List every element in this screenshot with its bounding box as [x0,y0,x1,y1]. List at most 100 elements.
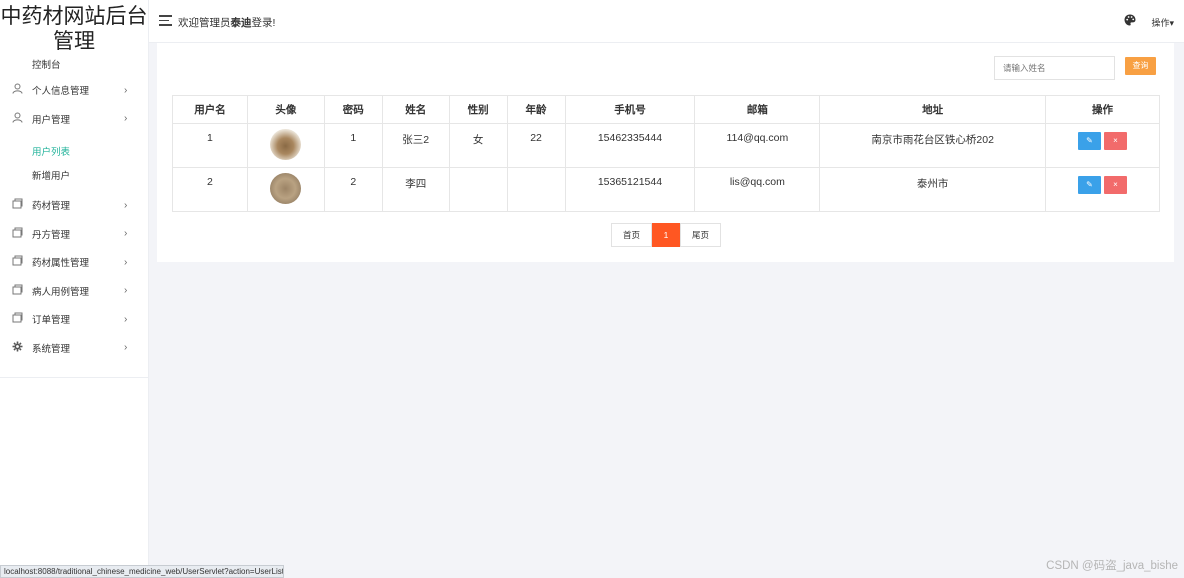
chevron-right-icon: › [124,228,128,240]
column-header: 手机号 [564,95,696,124]
column-header: 邮箱 [694,95,821,124]
folder-icon [12,198,24,210]
sidebar-menu: 控制台 个人信息管理 › 用户管理 › 用户列表 新增用户 药材管理 › 丹方管… [0,52,149,362]
avatar [270,129,302,160]
chevron-right-icon: › [124,285,128,297]
table-row: 2 2 李四 15365121544 lis@qq.com 泰州市 ✎ × [172,167,1160,212]
column-header: 姓名 [381,95,450,124]
sidebar-item-orders[interactable]: 订单管理 › [0,305,149,334]
column-header: 地址 [819,95,1047,124]
chevron-right-icon: › [124,113,128,125]
last-page-button[interactable]: 尾页 [680,223,721,247]
sidebar-subitem-user-list[interactable]: 用户列表 [0,139,149,163]
welcome-message: 欢迎管理员泰迪登录! [178,15,275,30]
sidebar-item-herbs[interactable]: 药材管理 › [0,191,149,220]
pencil-icon: ✎ [1086,136,1093,145]
operations-dropdown[interactable]: 操作▾ [1151,16,1174,29]
table-row: 1 1 张三2 女 22 15462335444 114@qq.com 南京市雨… [172,123,1160,168]
admin-name: 泰迪 [230,17,252,29]
cell-name: 李四 [381,167,450,212]
sidebar-item-label: 丹方管理 [32,229,71,241]
edit-button[interactable]: ✎ [1078,176,1101,194]
column-header: 用户名 [172,95,248,124]
cell-email: lis@qq.com [694,167,821,212]
cell-password: 2 [323,167,383,212]
watermark: CSDN @码盗_java_bishe [1046,560,1178,572]
browser-status-url: localhost:8088/traditional_chinese_medic… [0,565,284,578]
chevron-right-icon: › [124,199,128,211]
current-page-button[interactable]: 1 [652,223,680,247]
delete-button[interactable]: × [1104,132,1127,150]
sidebar-subitem-label: 新增用户 [32,171,71,182]
cell-phone: 15365121544 [564,167,696,212]
column-header: 性别 [448,95,508,124]
first-page-button[interactable]: 首页 [611,223,652,247]
folder-icon [12,312,24,324]
sidebar-divider [0,377,149,378]
cell-gender [448,167,508,212]
cell-actions: ✎ × [1045,167,1160,212]
cell-phone: 15462335444 [564,123,696,168]
search-name-input[interactable] [994,56,1115,80]
top-header: 欢迎管理员泰迪登录! 操作▾ [149,0,1184,43]
cell-address: 泰州市 [819,167,1047,212]
sidebar-item-dashboard[interactable]: 控制台 [0,52,149,76]
column-header: 年龄 [506,95,566,124]
sidebar-item-label: 个人信息管理 [32,86,90,98]
sidebar-item-label: 用户管理 [32,114,71,126]
user-icon [12,83,24,95]
gear-icon [12,341,24,353]
chevron-right-icon: › [124,342,128,354]
chevron-right-icon: › [124,256,128,268]
cell-avatar [246,123,325,168]
menu-toggle-icon[interactable] [159,15,172,26]
avatar [270,173,302,204]
sidebar-subitem-add-user[interactable]: 新增用户 [0,163,149,187]
search-button[interactable]: 查询 [1125,57,1156,75]
sidebar-item-herb-attributes[interactable]: 药材属性管理 › [0,248,149,277]
delete-button[interactable]: × [1104,176,1127,194]
folder-icon [12,227,24,239]
welcome-suffix: 登录! [251,17,276,29]
edit-button[interactable]: ✎ [1078,132,1101,150]
cell-address: 南京市雨花台区铁心桥202 [819,123,1047,168]
folder-icon [12,255,24,267]
sidebar-item-profile[interactable]: 个人信息管理 › [0,76,149,105]
sidebar-item-system[interactable]: 系统管理 › [0,334,149,363]
sidebar-item-label: 药材管理 [32,201,71,213]
column-header: 头像 [246,95,325,124]
pencil-icon: ✎ [1086,180,1093,189]
user-list-panel: 查询 用户名 头像 密码 姓名 性别 年龄 手机号 邮箱 地址 操作 1 1 张… [157,43,1174,262]
cell-password: 1 [323,123,383,168]
cell-age: 22 [506,123,566,168]
column-header: 操作 [1045,95,1160,124]
sidebar-subitem-label: 用户列表 [32,147,71,158]
pagination: 首页 1 尾页 [611,223,721,247]
sidebar-item-prescriptions[interactable]: 丹方管理 › [0,220,149,249]
sidebar-item-label: 药材属性管理 [32,258,90,270]
user-table: 用户名 头像 密码 姓名 性别 年龄 手机号 邮箱 地址 操作 1 1 张三2 … [172,95,1160,212]
sidebar-item-users[interactable]: 用户管理 › [0,105,149,134]
close-icon: × [1113,180,1118,189]
cell-email: 114@qq.com [694,123,821,168]
sidebar-item-patient-cases[interactable]: 病人用例管理 › [0,277,149,306]
cell-name: 张三2 [381,123,450,168]
user-icon [12,112,24,124]
palette-icon[interactable] [1124,14,1136,26]
sidebar-item-label: 控制台 [32,60,61,71]
sidebar-item-label: 订单管理 [32,315,71,327]
cell-age [506,167,566,212]
sidebar-item-label: 病人用例管理 [32,286,90,298]
cell-gender: 女 [448,123,508,168]
column-header: 密码 [323,95,383,124]
cell-username: 2 [172,167,248,212]
cell-username: 1 [172,123,248,168]
sidebar: 中药材网站后台管理 控制台 个人信息管理 › 用户管理 › 用户列表 新增用户 [0,0,149,578]
app-logo-title: 中药材网站后台管理 [0,5,148,53]
cell-actions: ✎ × [1045,123,1160,168]
chevron-right-icon: › [124,84,128,96]
welcome-prefix: 欢迎管理员 [178,17,231,29]
cell-avatar [246,167,325,212]
sidebar-item-label: 系统管理 [32,343,71,355]
folder-icon [12,284,24,296]
